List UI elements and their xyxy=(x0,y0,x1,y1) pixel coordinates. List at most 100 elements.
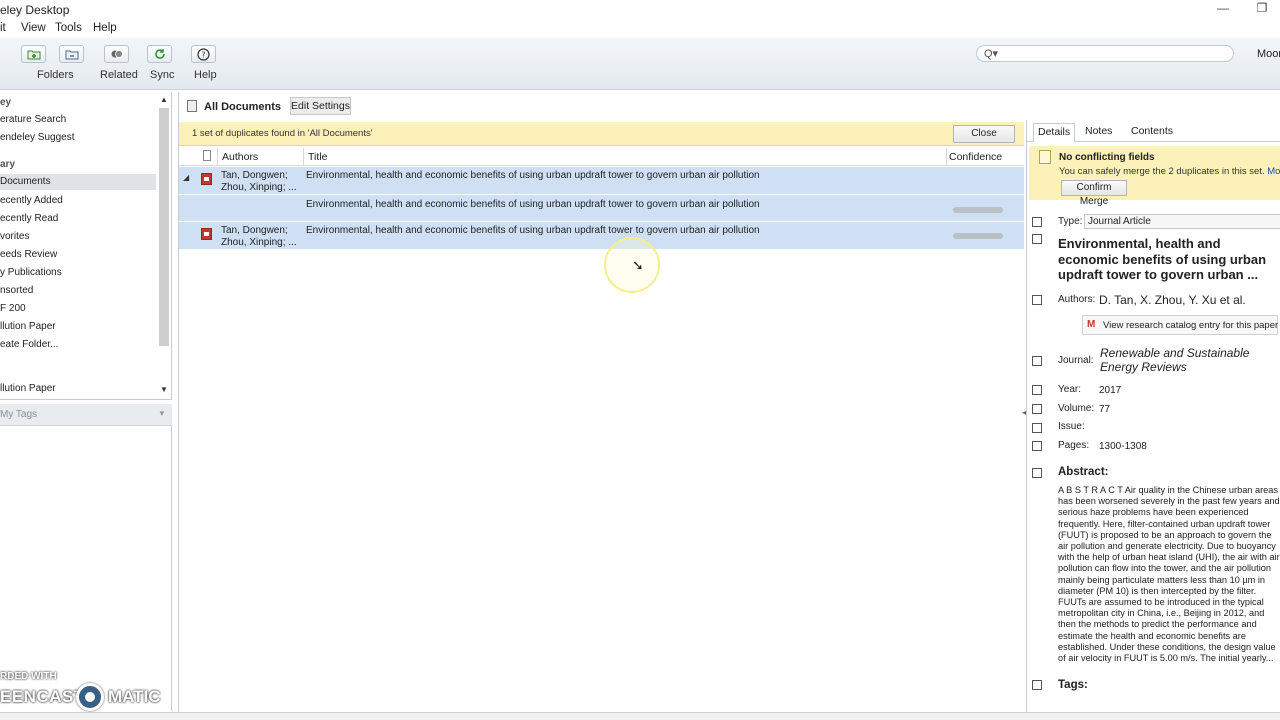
column-title[interactable]: Title xyxy=(308,151,327,163)
sidebar-item-favorites[interactable]: vorites xyxy=(0,231,29,242)
edit-settings-button[interactable]: Edit Settings xyxy=(290,97,351,115)
collapse-icon[interactable]: ◢ xyxy=(183,173,189,182)
type-label: Type: xyxy=(1058,216,1083,227)
field-checkbox-title[interactable] xyxy=(1032,234,1042,244)
year-label: Year: xyxy=(1058,384,1081,395)
pages-value[interactable]: 1300-1308 xyxy=(1099,441,1147,452)
sidebar-item-recently-added[interactable]: ecently Added xyxy=(0,195,63,206)
sidebar-item-unsorted[interactable]: nsorted xyxy=(0,285,33,296)
confidence-bar xyxy=(953,233,1003,239)
user-name[interactable]: Moon xyxy=(1257,48,1280,60)
merge-note-icon xyxy=(1039,150,1051,164)
field-checkbox-tags[interactable] xyxy=(1032,680,1042,690)
title-bar: eley Desktop — ❐ xyxy=(0,0,1280,20)
toolbar: ? Folders Related Sync Help Q▾ Moon xyxy=(0,38,1280,90)
volume-label: Volume: xyxy=(1058,403,1095,414)
close-duplicates-button[interactable]: Close xyxy=(953,125,1015,143)
type-select[interactable]: Journal Article xyxy=(1084,214,1280,229)
year-value[interactable]: 2017 xyxy=(1099,385,1121,396)
field-checkbox-year[interactable] xyxy=(1032,385,1042,395)
chevron-down-icon[interactable]: ▼ xyxy=(158,409,166,418)
table-row[interactable]: Environmental, health and economic benef… xyxy=(179,195,1024,221)
row-title: Environmental, health and economic benef… xyxy=(306,170,760,181)
restore-button[interactable]: ❐ xyxy=(1254,1,1270,15)
page-title: All Documents xyxy=(204,101,282,113)
journal-value[interactable]: Renewable and Sustainable Energy Reviews xyxy=(1100,346,1265,374)
field-checkbox-abstract[interactable] xyxy=(1032,468,1042,478)
scroll-up-icon[interactable]: ▲ xyxy=(158,95,170,107)
field-checkbox-journal[interactable] xyxy=(1032,356,1042,366)
add-folder-button[interactable] xyxy=(21,45,46,63)
menu-edit[interactable]: it xyxy=(0,22,6,34)
field-checkbox-authors[interactable] xyxy=(1032,295,1042,305)
mouse-cursor-icon: ➘ xyxy=(632,257,644,273)
row-title: Environmental, health and economic benef… xyxy=(306,225,760,236)
field-checkbox-volume[interactable] xyxy=(1032,404,1042,414)
menu-help[interactable]: Help xyxy=(93,22,117,34)
related-button[interactable] xyxy=(104,45,129,63)
search-input[interactable]: Q▾ xyxy=(976,45,1234,62)
sidebar-item-recently-read[interactable]: ecently Read xyxy=(0,213,58,224)
search-icon[interactable]: Q▾ xyxy=(984,47,998,60)
scroll-down-icon[interactable]: ▼ xyxy=(158,385,170,397)
sidebar-item-folder-pollution[interactable]: llution Paper xyxy=(0,321,56,332)
document-list-panel: All Documents Edit Settings 1 set of dup… xyxy=(178,92,1024,712)
sidebar: ey erature Search endeley Suggest ary Do… xyxy=(0,92,172,400)
sidebar-item-folder-f200[interactable]: F 200 xyxy=(0,303,26,314)
remove-folder-button[interactable] xyxy=(59,45,84,63)
tab-details[interactable]: Details xyxy=(1033,123,1076,142)
merge-more-link[interactable]: More xyxy=(1267,166,1280,177)
issue-label: Issue: xyxy=(1058,421,1085,432)
abstract-label: Abstract: xyxy=(1058,466,1109,478)
field-checkbox-type[interactable] xyxy=(1032,217,1042,227)
column-confidence[interactable]: Confidence xyxy=(949,151,1002,163)
sync-icon xyxy=(154,49,165,59)
help-button[interactable]: ? xyxy=(191,45,216,63)
sidebar-item-literature-search[interactable]: erature Search xyxy=(0,114,66,125)
sidebar-scrollbar[interactable] xyxy=(159,108,169,346)
help-icon: ? xyxy=(197,47,210,61)
journal-label: Journal: xyxy=(1058,355,1094,366)
sidebar-item-mendeley-suggest[interactable]: endeley Suggest xyxy=(0,132,75,143)
duplicates-notice: 1 set of duplicates found in 'All Docume… xyxy=(179,122,1024,146)
sync-button[interactable] xyxy=(147,45,172,63)
add-folder-icon xyxy=(27,50,40,59)
confirm-merge-button[interactable]: Confirm Merge xyxy=(1061,180,1127,207)
menu-view[interactable]: View xyxy=(21,22,46,34)
pages-label: Pages: xyxy=(1058,440,1090,451)
abstract-text[interactable]: A B S T R A C T Air quality in the Chine… xyxy=(1058,485,1280,664)
sidebar-item-group-pollution[interactable]: llution Paper xyxy=(0,383,56,394)
field-checkbox-pages[interactable] xyxy=(1032,441,1042,451)
minimize-button[interactable]: — xyxy=(1215,1,1231,15)
tab-notes[interactable]: Notes xyxy=(1085,125,1112,137)
documents-icon xyxy=(187,100,197,112)
tab-contents[interactable]: Contents xyxy=(1131,125,1173,137)
menu-tools[interactable]: Tools xyxy=(55,22,82,34)
research-catalog-link[interactable]: M View research catalog entry for this p… xyxy=(1082,315,1278,335)
tags-filter-header[interactable]: My Tags ▼ xyxy=(0,404,172,426)
field-checkbox-issue[interactable] xyxy=(1032,423,1042,433)
sidebar-item-all-documents[interactable]: Documents xyxy=(0,174,156,190)
document-title[interactable]: Environmental, health and economic benef… xyxy=(1058,236,1278,283)
sidebar-item-my-publications[interactable]: y Publications xyxy=(0,267,62,278)
authors-value[interactable]: D. Tan, X. Zhou, Y. Xu et al. xyxy=(1099,293,1246,307)
sidebar-item-create-folder[interactable]: eate Folder... xyxy=(0,339,58,350)
row-authors: Tan, Dongwen; Zhou, Xinping; ... xyxy=(221,170,297,193)
research-catalog-label: View research catalog entry for this pap… xyxy=(1103,320,1279,331)
pdf-icon[interactable] xyxy=(201,228,212,240)
related-label: Related xyxy=(100,69,138,81)
sidebar-section-library: ary xyxy=(0,159,16,170)
column-authors[interactable]: Authors xyxy=(222,151,258,163)
mendeley-icon: M xyxy=(1087,319,1096,330)
panel-splitter-handle[interactable]: ◂ xyxy=(1022,408,1026,417)
tags-filter-label: My Tags xyxy=(0,409,38,420)
file-type-column-icon[interactable] xyxy=(203,150,211,161)
details-panel: Details Notes Contents No conflicting fi… xyxy=(1026,120,1280,712)
table-row[interactable]: Tan, Dongwen; Zhou, Xinping; ... Environ… xyxy=(179,222,1024,249)
remove-folder-icon xyxy=(65,50,78,59)
sync-label: Sync xyxy=(150,69,175,81)
sidebar-item-needs-review[interactable]: eeds Review xyxy=(0,249,57,260)
table-row[interactable]: ◢ Tan, Dongwen; Zhou, Xinping; ... Envir… xyxy=(179,167,1024,194)
volume-value[interactable]: 77 xyxy=(1099,404,1110,415)
pdf-icon[interactable] xyxy=(201,173,212,185)
